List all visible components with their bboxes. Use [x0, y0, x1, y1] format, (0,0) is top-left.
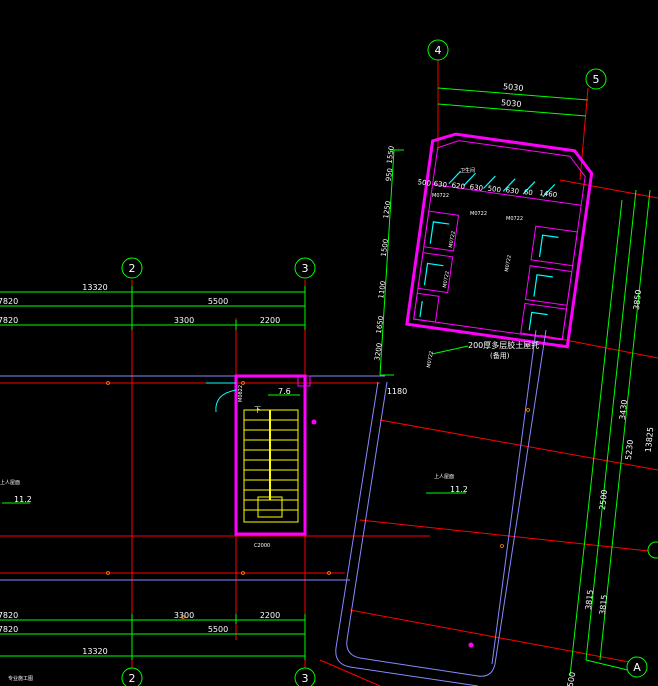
- dim-e-top: 2200: [260, 316, 280, 325]
- dim-c-top: 7820: [0, 316, 18, 325]
- axis-label-3-top: 3: [302, 262, 309, 275]
- slab-note: 200厚多层胶土屋托: [468, 340, 539, 350]
- dim-total-bottom: 13320: [82, 647, 107, 656]
- tower-row-dim: 630: [469, 183, 483, 193]
- tower-row-dim: 500: [417, 178, 431, 188]
- tower-left-dim: 1250: [382, 200, 392, 219]
- dim-a-bottom: 7820: [0, 611, 18, 620]
- axis-label-2-top: 2: [129, 262, 136, 275]
- door-label-g: M0722: [426, 351, 435, 369]
- grid-axes: [0, 60, 658, 686]
- beam-lines: [0, 375, 385, 581]
- stair-note-label: C2000: [254, 543, 270, 549]
- tower-left-dim: 1500: [380, 238, 390, 257]
- axis-line-d1: [559, 179, 658, 199]
- markers: [106, 381, 530, 648]
- door-label-f: M0722: [504, 255, 513, 273]
- tower-row-dim: 1460: [539, 189, 558, 199]
- right-dim: 3815: [584, 589, 595, 610]
- door-group-side: [419, 221, 559, 331]
- dimension-lines: [0, 87, 651, 677]
- dim-a-top: 7820: [0, 297, 18, 306]
- axis-label-5: 5: [593, 73, 600, 86]
- tower-row-dim: 630: [433, 180, 447, 190]
- room-left-label: 上人屋面: [0, 479, 20, 486]
- axis-bubble-edge: [647, 541, 658, 559]
- right-dim: 3815: [598, 594, 609, 615]
- dim-tower-inner: 5030: [501, 98, 522, 109]
- stair-door: [215, 389, 237, 413]
- slab-note-2: (备用): [490, 351, 510, 360]
- room-top-label: 卫生间: [460, 167, 475, 174]
- axis-line-d6: [319, 659, 381, 686]
- dim-e-bottom: 2200: [260, 611, 280, 620]
- door-label-b: M0722: [470, 211, 487, 217]
- axis-line-d5: [349, 609, 641, 665]
- dim-d-top: 3300: [174, 316, 194, 325]
- right-dim: 13825: [644, 427, 656, 453]
- axis-label-4: 4: [435, 44, 442, 57]
- dim-b-top: 5500: [208, 297, 228, 306]
- tower-block: [405, 132, 594, 349]
- door-label-c: M0722: [506, 216, 523, 222]
- axis-label-3-bottom: 3: [302, 672, 309, 685]
- stair-block: [206, 374, 311, 536]
- right-dim: 3850: [632, 289, 643, 310]
- axis-label-2-bottom: 2: [129, 672, 136, 685]
- tower-left-dim: 1100: [377, 280, 387, 299]
- bottom-note-label: 专业施工图: [8, 675, 33, 682]
- right-dim: 5230: [624, 439, 635, 460]
- right-dim: 3430: [618, 399, 629, 420]
- tower-row-dim: 620: [451, 181, 465, 191]
- axis-label-a: A: [633, 661, 641, 674]
- tower-outer-wall: [405, 132, 594, 349]
- door-m0822-label: M0822: [238, 385, 244, 402]
- cad-viewport[interactable]: 2 3 2 3 4 5 A 13320 7820 5500 7820 3300 …: [0, 0, 658, 686]
- floor-plan-drawing: 2 3 2 3 4 5 A 13320 7820 5500 7820 3300 …: [0, 39, 658, 686]
- tower-row-dim: 500: [487, 185, 501, 195]
- tower-left-dim: 3200: [373, 342, 383, 361]
- room-mid-label: 上人屋面: [434, 473, 454, 480]
- dim-tower-outer: 5030: [503, 82, 524, 93]
- stair-down-label: 下: [254, 406, 261, 414]
- dim-b-bottom: 5500: [208, 625, 228, 634]
- door-label-a: M0722: [432, 193, 449, 199]
- tower-left-dim: 1550: [386, 145, 396, 164]
- tower-row-dim: 60: [523, 188, 533, 197]
- right-dim: 2500: [598, 489, 609, 510]
- tower-left-dim: 1650: [375, 315, 385, 334]
- dim-total-top: 13320: [82, 283, 107, 292]
- dim-c-bottom: 7820: [0, 625, 18, 634]
- tower-left-dim: 950: [385, 168, 395, 182]
- dim-bottom-right: 500: [566, 671, 578, 686]
- dim-tower-bottom: 1180: [387, 387, 407, 396]
- tower-left-dims: 1550 950 1250 1500 1100 1650 3200: [373, 145, 396, 361]
